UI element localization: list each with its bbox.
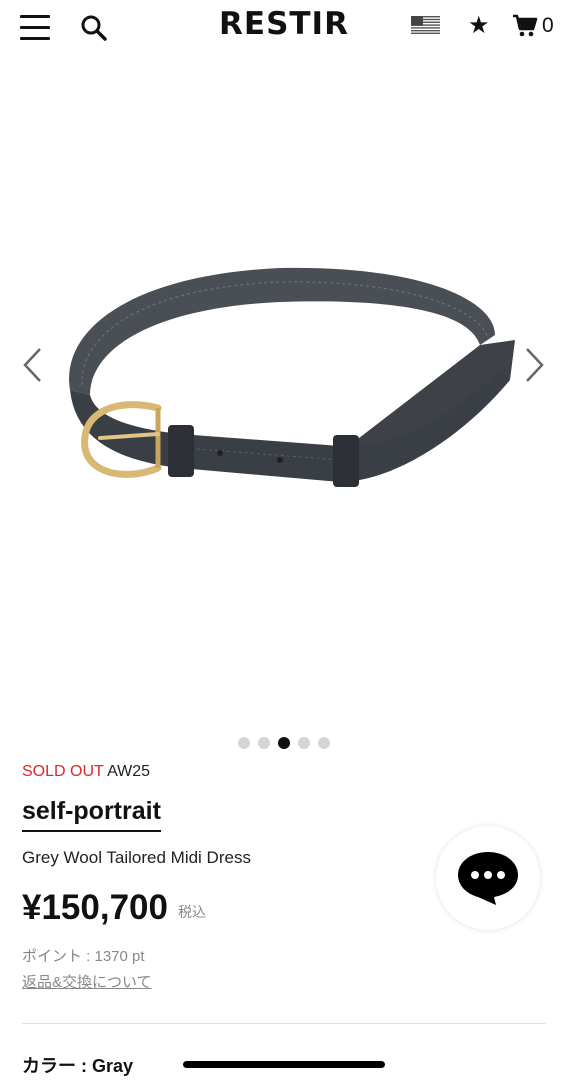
season-label: AW25 (107, 763, 151, 780)
chat-button[interactable] (436, 826, 540, 930)
us-flag-icon[interactable] (411, 16, 440, 34)
cart-icon (513, 14, 538, 37)
price-row: ¥150,700 税込 (22, 888, 206, 928)
chevron-right-icon[interactable] (523, 345, 547, 385)
carousel-dot-active[interactable] (278, 737, 290, 749)
returns-link[interactable]: 返品&交換について (22, 973, 152, 993)
search-icon[interactable] (80, 14, 108, 42)
carousel-dot[interactable] (318, 737, 330, 749)
product-price: ¥150,700 (22, 888, 168, 927)
product-image-carousel[interactable] (0, 60, 568, 720)
tax-label: 税込 (177, 904, 206, 920)
hamburger-menu-icon[interactable] (20, 14, 50, 42)
carousel-pagination (238, 737, 330, 749)
product-image (40, 220, 530, 520)
site-header: RESTIR ★ 0 (0, 0, 568, 56)
brand-link[interactable]: self-portrait (22, 796, 161, 832)
carousel-dot[interactable] (238, 737, 250, 749)
star-icon[interactable]: ★ (468, 10, 490, 40)
chat-bubble-icon (458, 852, 518, 905)
sold-out-badge: SOLD OUT (22, 763, 104, 780)
color-label: カラー : Gray (22, 1056, 134, 1076)
cart-count: 0 (542, 14, 554, 37)
product-status-line: SOLD OUT AW25 (22, 762, 150, 782)
home-indicator (183, 1061, 385, 1068)
product-name: Grey Wool Tailored Midi Dress (22, 848, 251, 867)
points-info: ポイント : 1370 pt (22, 948, 145, 965)
chevron-left-icon[interactable] (20, 345, 44, 385)
divider (22, 1023, 546, 1024)
carousel-dot[interactable] (258, 737, 270, 749)
carousel-dot[interactable] (298, 737, 310, 749)
cart-button[interactable]: 0 (512, 12, 554, 40)
